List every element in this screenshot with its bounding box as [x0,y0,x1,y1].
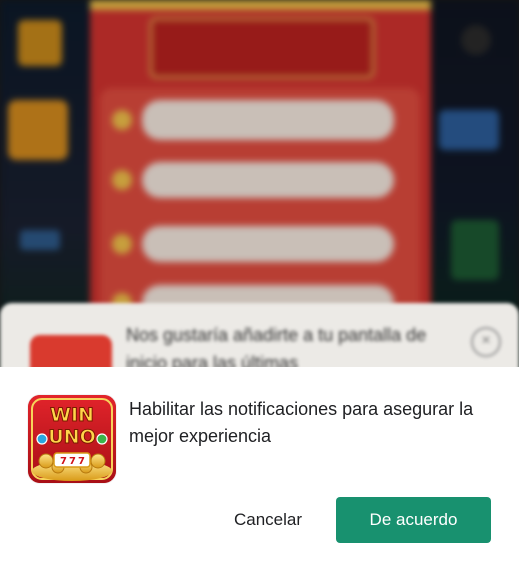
notification-message: Habilitar las notificaciones para asegur… [129,399,474,446]
svg-text:7: 7 [60,456,67,467]
app-logo-icon: 7 7 7 WIN UNO [28,395,116,483]
logo-line-1: WIN [50,404,94,426]
svg-text:7: 7 [69,456,76,467]
close-icon: × [471,327,501,357]
cancel-button[interactable]: Cancelar [222,497,314,543]
logo-line-2: UNO [48,426,95,448]
accept-button[interactable]: De acuerdo [336,497,491,543]
svg-text:7: 7 [78,456,85,467]
